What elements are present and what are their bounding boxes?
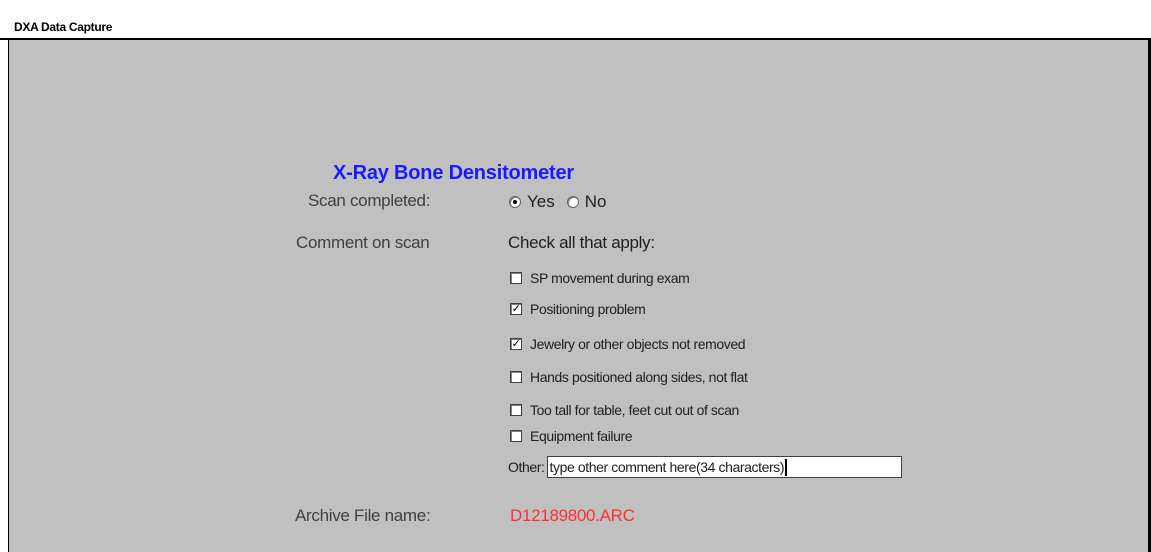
too-tall-checkbox[interactable] <box>510 404 522 416</box>
other-comment-row: Other: type other comment here(34 charac… <box>508 456 902 478</box>
comment-checkbox-row[interactable]: Equipment failure <box>510 428 633 444</box>
check-all-instruction: Check all that apply: <box>508 233 655 252</box>
sp-movement-checkbox[interactable] <box>510 272 522 284</box>
text-caret <box>785 458 788 476</box>
comment-checkbox-row[interactable]: Hands positioned along sides, not flat <box>510 369 748 385</box>
checkbox-label: Hands positioned along sides, not flat <box>530 369 748 385</box>
checkbox-label: Equipment failure <box>530 428 633 444</box>
other-comment-input[interactable]: type other comment here(34 characters) <box>546 456 902 478</box>
yes-radio-label: Yes <box>527 192 555 211</box>
window-title: DXA Data Capture <box>14 20 113 34</box>
form-heading: X-Ray Bone Densitometer <box>333 162 575 184</box>
no-radio-label: No <box>584 192 607 211</box>
positioning-problem-checkbox[interactable]: ✓ <box>510 303 522 315</box>
comment-checkbox-row[interactable]: SP movement during exam <box>510 270 690 286</box>
other-label: Other: <box>508 459 545 475</box>
comment-on-scan-label: Comment on scan <box>296 233 430 252</box>
scan-completed-radio-group: Yes No <box>509 190 618 214</box>
comment-checkbox-row[interactable]: ✓ Jewelry or other objects not removed <box>510 336 746 352</box>
equipment-failure-checkbox[interactable] <box>510 430 522 442</box>
jewelry-checkbox[interactable]: ✓ <box>510 338 522 350</box>
title-bar: DXA Data Capture <box>0 0 1151 40</box>
checkbox-label: Positioning problem <box>530 301 646 317</box>
hands-positioned-checkbox[interactable] <box>510 371 522 383</box>
checkbox-label: SP movement during exam <box>530 270 690 286</box>
archive-file-name-value: D12189800.ARC <box>510 506 635 525</box>
other-comment-text: type other comment here(34 characters) <box>549 459 785 475</box>
archive-file-name-label: Archive File name: <box>295 506 431 525</box>
scan-completed-label: Scan completed: <box>308 191 431 210</box>
scan-completed-yes-option[interactable]: Yes <box>509 192 555 212</box>
comment-checkbox-row[interactable]: ✓ Positioning problem <box>510 301 646 317</box>
checkbox-label: Too tall for table, feet cut out of scan <box>530 402 739 418</box>
scan-completed-no-option[interactable]: No <box>566 192 607 212</box>
left-border <box>0 40 9 552</box>
comment-checkbox-row[interactable]: Too tall for table, feet cut out of scan <box>510 402 739 418</box>
dxa-window: DXA Data Capture X-Ray Bone Densitometer… <box>0 0 1151 552</box>
no-radio-button[interactable] <box>566 196 579 208</box>
yes-radio-button[interactable] <box>509 196 521 208</box>
checkbox-label: Jewelry or other objects not removed <box>530 336 746 352</box>
